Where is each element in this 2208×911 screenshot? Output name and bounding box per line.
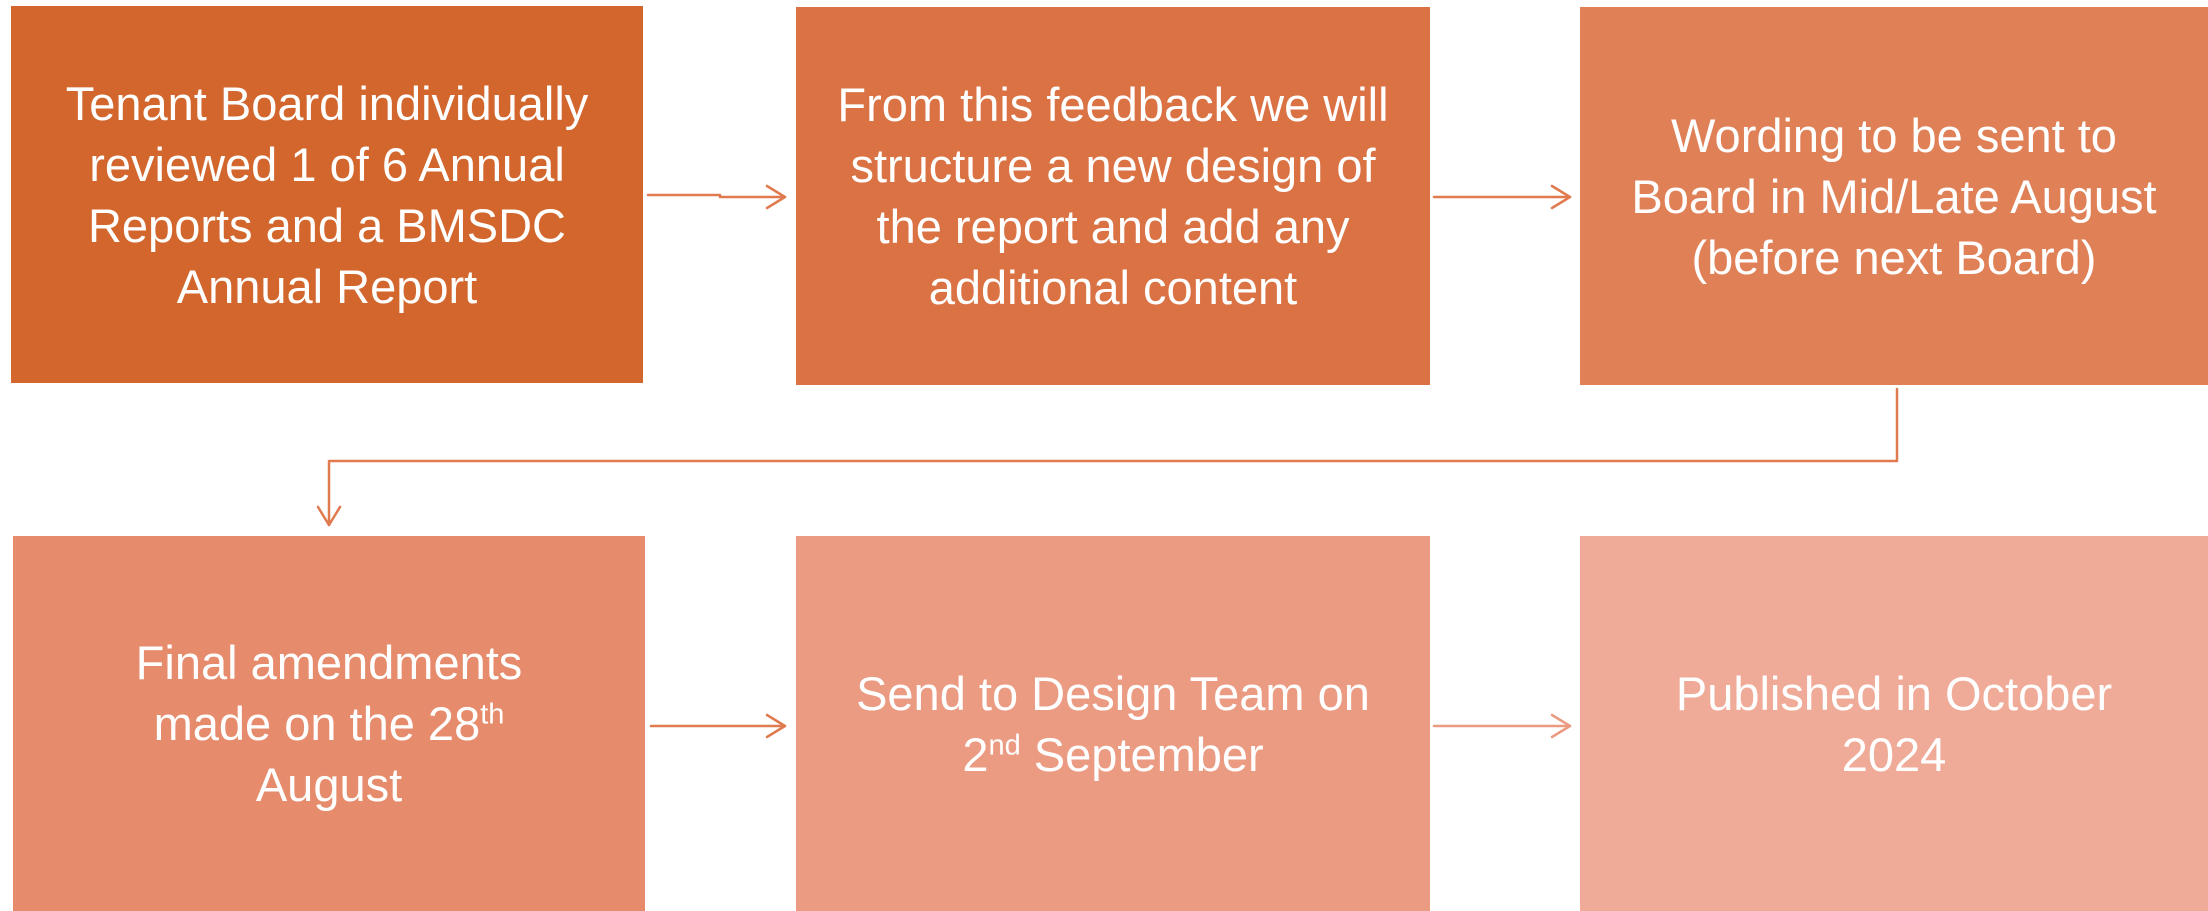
arrow-step1-to-step2 [646, 184, 787, 210]
arrow-step3-to-step4 [316, 387, 1899, 527]
arrow-step4-to-step5 [649, 713, 787, 739]
arrow-step5-to-step6 [1432, 713, 1572, 739]
connector-arrows [316, 184, 1899, 739]
arrow-step2-to-step3 [1432, 184, 1572, 210]
